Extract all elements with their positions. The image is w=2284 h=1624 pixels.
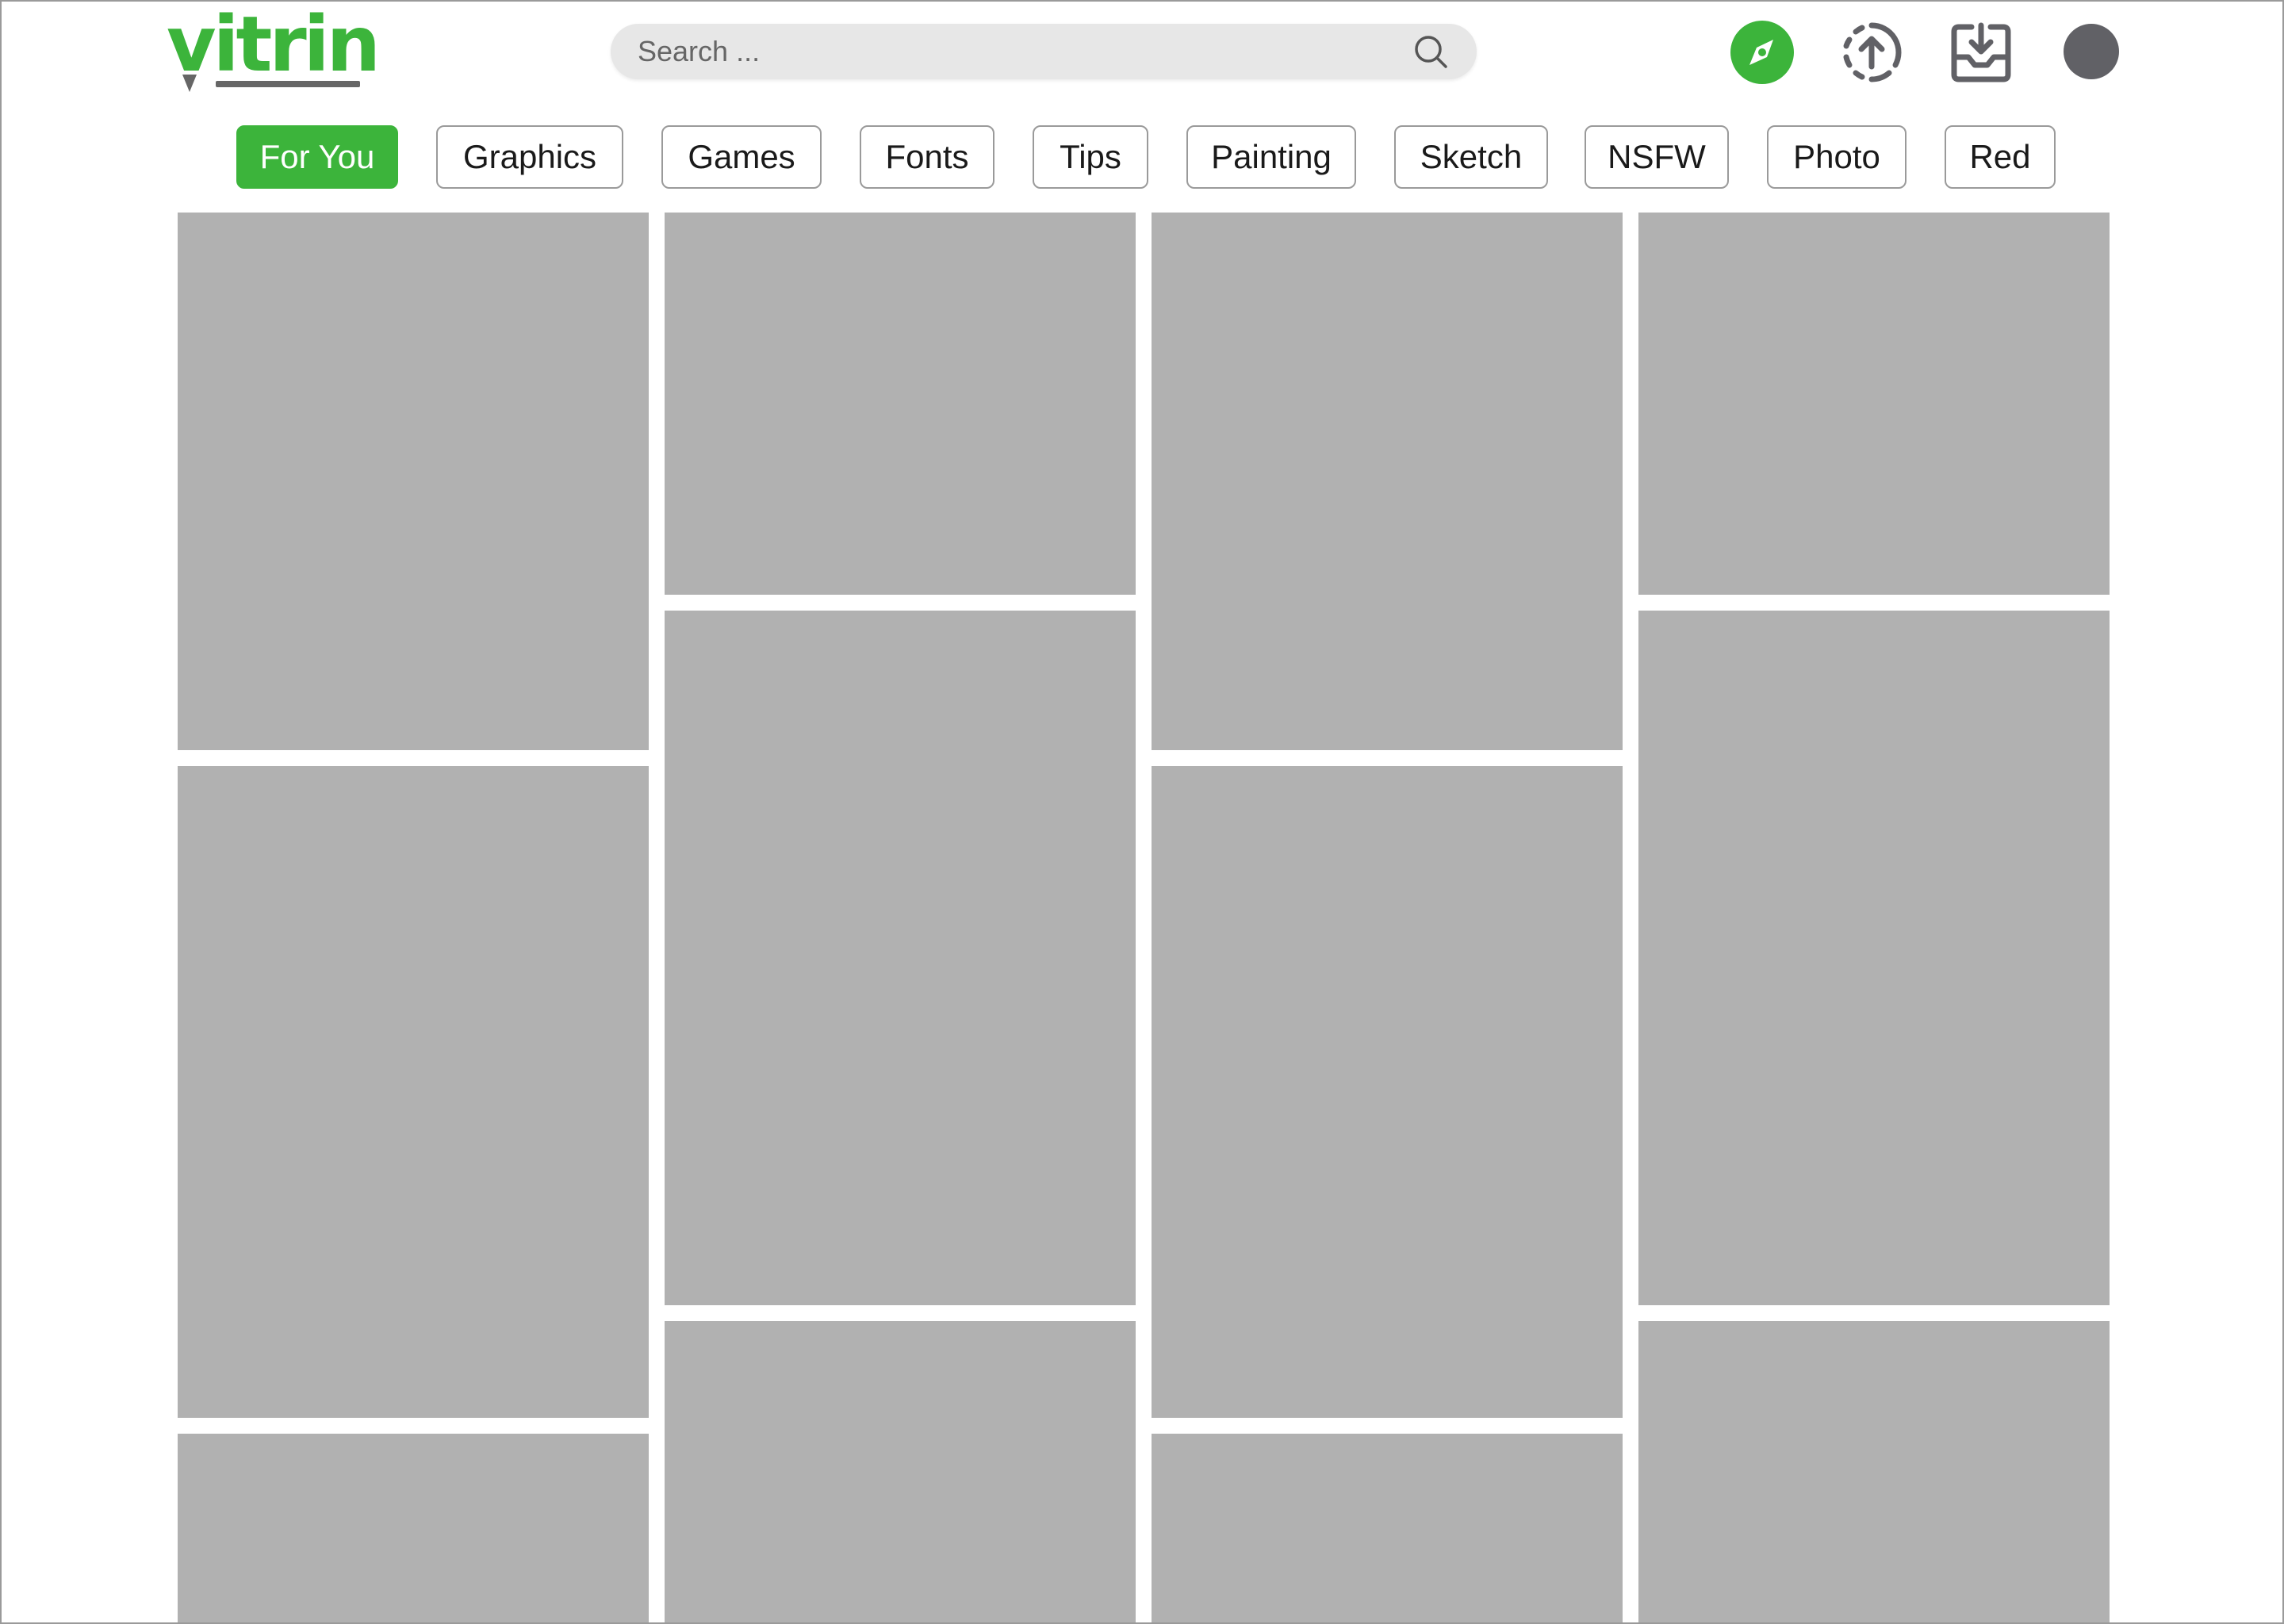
category-chip-painting[interactable]: Painting bbox=[1186, 125, 1356, 189]
chip-label: Painting bbox=[1211, 138, 1332, 175]
category-chip-photo[interactable]: Photo bbox=[1767, 125, 1907, 189]
logo-underline bbox=[216, 81, 360, 87]
compass-icon bbox=[1749, 40, 1773, 65]
upload-button[interactable] bbox=[1840, 21, 1903, 84]
avatar[interactable] bbox=[2064, 24, 2119, 79]
category-chip-sketch[interactable]: Sketch bbox=[1394, 125, 1548, 189]
category-chip-games[interactable]: Games bbox=[661, 125, 822, 189]
chip-label: Tips bbox=[1060, 138, 1121, 175]
app-frame: vitrin Search ... For You Graphics Games… bbox=[0, 0, 2284, 1624]
image-card[interactable] bbox=[1152, 213, 1623, 750]
image-card[interactable] bbox=[1152, 1434, 1623, 1622]
image-card[interactable] bbox=[665, 1321, 1136, 1622]
download-inbox-icon bbox=[1951, 22, 2011, 82]
chip-label: NSFW bbox=[1608, 138, 1706, 175]
category-chip-for-you[interactable]: For You bbox=[236, 125, 398, 189]
upload-icon bbox=[1843, 22, 1902, 82]
image-card[interactable] bbox=[665, 213, 1136, 595]
category-chip-graphics[interactable]: Graphics bbox=[436, 125, 623, 189]
image-card[interactable] bbox=[1152, 766, 1623, 1418]
chip-label: For You bbox=[259, 138, 375, 175]
image-card[interactable] bbox=[1638, 1321, 2110, 1622]
chip-label: Red bbox=[1969, 138, 2031, 175]
search-input[interactable] bbox=[638, 24, 1383, 79]
download-button[interactable] bbox=[1949, 21, 2013, 84]
explore-button[interactable] bbox=[1730, 21, 1794, 84]
search-bar bbox=[611, 24, 1477, 79]
image-card[interactable] bbox=[178, 1434, 649, 1622]
category-chip-tips[interactable]: Tips bbox=[1033, 125, 1148, 189]
chip-label: Games bbox=[688, 138, 795, 175]
category-chip-nsfw[interactable]: NSFW bbox=[1585, 125, 1729, 189]
category-chip-fonts[interactable]: Fonts bbox=[860, 125, 994, 189]
logo[interactable]: vitrin bbox=[167, 6, 381, 92]
search-icon[interactable] bbox=[1412, 33, 1450, 71]
logo-text: vitrin bbox=[167, 0, 381, 89]
chip-label: Photo bbox=[1793, 138, 1880, 175]
image-card[interactable] bbox=[1638, 611, 2110, 1305]
category-chip-red[interactable]: Red bbox=[1945, 125, 2056, 189]
image-card[interactable] bbox=[178, 766, 649, 1418]
image-card[interactable] bbox=[1638, 213, 2110, 595]
chip-label: Graphics bbox=[462, 138, 597, 175]
image-card[interactable] bbox=[178, 213, 649, 750]
chip-label: Sketch bbox=[1420, 138, 1523, 175]
chip-label: Fonts bbox=[885, 138, 969, 175]
image-card[interactable] bbox=[665, 611, 1136, 1305]
logo-tick-mark bbox=[182, 75, 197, 92]
